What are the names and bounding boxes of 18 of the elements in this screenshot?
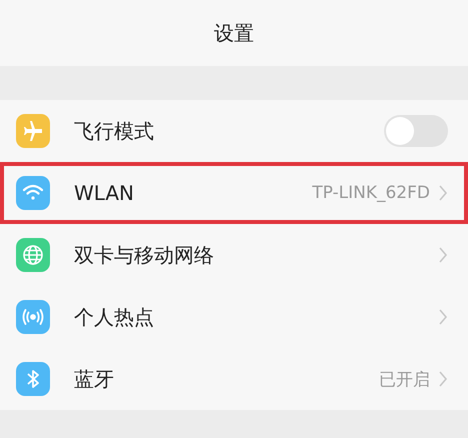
row-label: 双卡与移动网络	[74, 242, 214, 268]
chevron-icon	[438, 370, 448, 388]
settings-row[interactable]: 双卡与移动网络	[0, 224, 468, 286]
page-title: 设置	[214, 20, 254, 46]
settings-row[interactable]: 蓝牙 已开启	[0, 348, 468, 410]
toggle-switch[interactable]	[384, 115, 448, 147]
row-label: 飞行模式	[74, 118, 154, 144]
chevron-icon	[438, 246, 448, 264]
row-label: 个人热点	[74, 304, 154, 330]
chevron-icon	[438, 184, 448, 202]
row-label: WLAN	[74, 181, 134, 205]
row-label: 蓝牙	[74, 366, 114, 392]
row-value: 已开启	[379, 368, 430, 390]
row-value: TP-LINK_62FD	[312, 183, 430, 203]
settings-row[interactable]: 个人热点	[0, 286, 468, 348]
settings-row[interactable]: 飞行模式	[0, 100, 468, 162]
chevron-icon	[438, 308, 448, 326]
settings-row[interactable]: WLAN TP-LINK_62FD	[0, 162, 468, 224]
